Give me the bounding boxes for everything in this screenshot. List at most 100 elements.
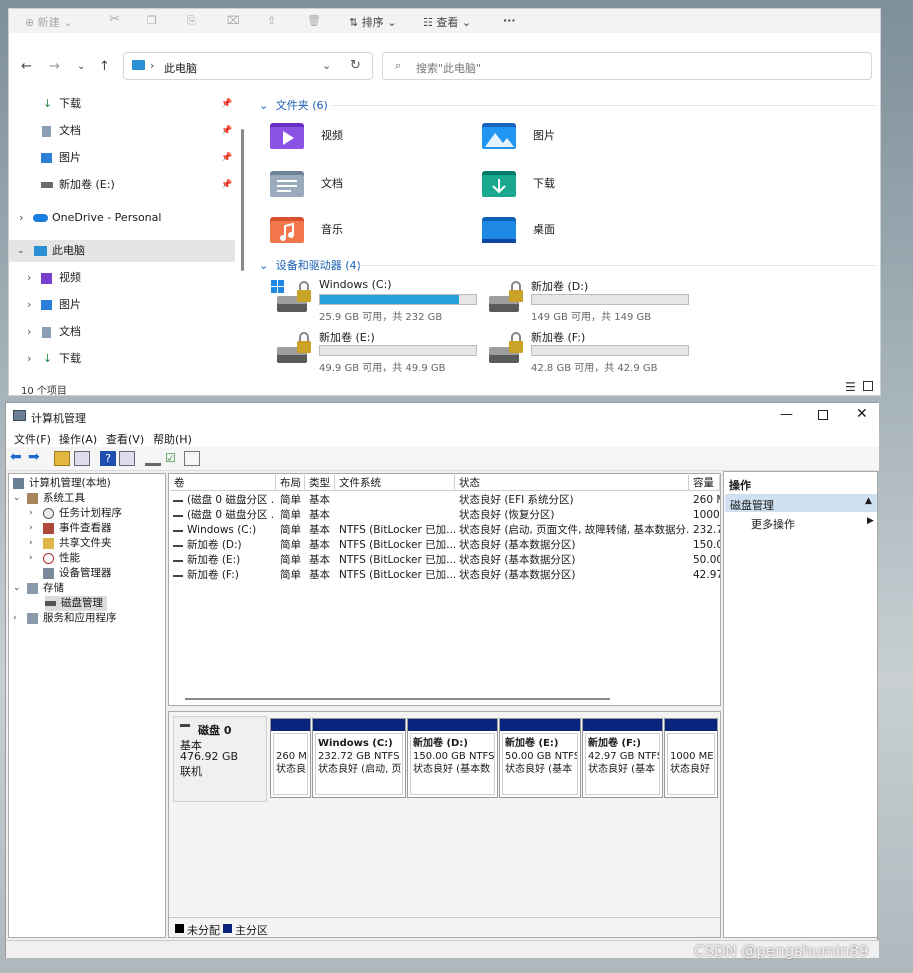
connect-disk-icon[interactable] <box>145 451 161 466</box>
minimize-button[interactable]: — <box>780 407 793 422</box>
menu-help[interactable]: 帮助(H) <box>153 431 192 447</box>
sort-button[interactable]: ⇅ 排序 ⌄ <box>349 14 396 30</box>
nav-item-this-pc[interactable]: ⌄ 此电脑 <box>9 240 235 262</box>
folder-music[interactable]: 音乐 <box>269 213 479 249</box>
recent-chevron-icon[interactable]: ⌄ <box>77 61 85 72</box>
nav-item-downloads[interactable]: ↓ 下载 📌 <box>9 93 235 115</box>
nav-scrollbar[interactable] <box>241 129 244 271</box>
table-row[interactable]: Windows (C:) 简单 基本 NTFS (BitLocker 已加... 状态良… <box>169 523 720 538</box>
column-header-type[interactable]: 类型 <box>305 475 335 491</box>
pin-icon[interactable]: 📌 <box>221 120 232 142</box>
expand-chevron-icon[interactable]: › <box>27 294 31 316</box>
drive-f[interactable]: 新加卷 (F:) 42.8 GB 可用，共 42.9 GB <box>483 329 693 375</box>
expand-chevron-icon[interactable]: › <box>29 521 33 536</box>
up-arrow-icon[interactable]: ↑ <box>99 59 110 74</box>
nav-item-documents[interactable]: 文档 📌 <box>9 120 235 142</box>
address-bar[interactable]: › 此电脑 ⌄ ↻ <box>123 52 373 80</box>
nav-item-pictures-2[interactable]: › 图片 <box>9 294 235 316</box>
drive-c[interactable]: Windows (C:) 25.9 GB 可用，共 232 GB <box>271 278 481 324</box>
back-arrow-icon[interactable]: ← <box>21 59 32 74</box>
column-header-layout[interactable]: 布局 <box>276 475 305 491</box>
tree-item-disk-management[interactable]: 磁盘管理 <box>45 596 107 611</box>
column-header-capacity[interactable]: 容量 <box>689 475 720 491</box>
address-dropdown-icon[interactable]: ⌄ <box>322 59 331 72</box>
expand-chevron-icon[interactable]: › <box>13 611 17 626</box>
folder-documents[interactable]: 文档 <box>269 167 479 203</box>
expand-chevron-icon[interactable]: › <box>29 506 33 521</box>
nav-item-pictures[interactable]: 图片 📌 <box>9 147 235 169</box>
close-button[interactable]: ✕ <box>856 406 868 422</box>
actions-section-disk-management[interactable]: 磁盘管理 ▲ <box>725 494 877 512</box>
collapse-chevron-icon[interactable]: ⌄ <box>13 491 21 506</box>
collapse-chevron-icon[interactable]: ⌄ <box>13 581 21 596</box>
drives-section-header[interactable]: ⌄ 设备和驱动器 (4) <box>259 257 361 273</box>
expand-chevron-icon[interactable]: › <box>27 348 31 370</box>
drive-e[interactable]: 新加卷 (E:) 49.9 GB 可用，共 49.9 GB <box>271 329 481 375</box>
cut-icon[interactable]: ✂ <box>109 12 120 27</box>
nav-item-documents-2[interactable]: › 文档 <box>9 321 235 343</box>
back-arrow-icon[interactable]: ⬅ <box>10 449 26 465</box>
expand-chevron-icon[interactable]: › <box>29 551 33 566</box>
folder-desktop[interactable]: 桌面 <box>481 213 691 249</box>
expand-chevron-icon[interactable]: › <box>27 267 31 289</box>
folder-videos[interactable]: 视频 <box>269 119 479 155</box>
table-row[interactable]: 新加卷 (D:) 简单 基本 NTFS (BitLocker 已加... 状态良好 (基… <box>169 538 720 553</box>
rename-icon[interactable]: ⌧ <box>227 14 240 27</box>
search-box[interactable]: ⌕ 搜索"此电脑" <box>382 52 872 80</box>
list-view-icon[interactable] <box>184 451 200 466</box>
nav-item-drive-e[interactable]: 新加卷 (E:) 📌 <box>9 174 235 196</box>
delete-icon[interactable]: 🗑 <box>307 14 321 27</box>
drive-d[interactable]: 新加卷 (D:) 149 GB 可用，共 149 GB <box>483 278 693 324</box>
partition-e[interactable]: 新加卷 (E:) 50.00 GB NTFS 状态良好 (基本 <box>499 718 581 798</box>
table-row[interactable]: 新加卷 (F:) 简单 基本 NTFS (BitLocker 已加... 状态良好 (基… <box>169 568 720 583</box>
more-actions-item[interactable]: 更多操作 ▶ <box>725 514 877 531</box>
nav-item-videos[interactable]: › 视频 <box>9 267 235 289</box>
folders-section-header[interactable]: ⌄ 文件夹 (6) <box>259 97 328 113</box>
menu-action[interactable]: 操作(A) <box>59 431 97 447</box>
cell-capacity: 260 M <box>693 494 720 506</box>
copy-icon[interactable]: ❐ <box>147 14 157 27</box>
table-row[interactable]: 新加卷 (E:) 简单 基本 NTFS (BitLocker 已加... 状态良好 (基… <box>169 553 720 568</box>
table-row[interactable]: (磁盘 0 磁盘分区 ... 简单基本 状态良好 (EFI 系统分区) 260 M <box>169 493 720 508</box>
folder-downloads[interactable]: 下载 <box>481 167 691 203</box>
nav-item-downloads-2[interactable]: › ↓ 下载 <box>9 348 235 370</box>
disk-0-header[interactable]: 磁盘 0 基本 476.92 GB 联机 <box>173 716 267 802</box>
paste-icon[interactable]: ⎘ <box>187 14 196 28</box>
folder-pictures[interactable]: 图片 <box>481 119 691 155</box>
column-header-volume[interactable]: 卷 <box>170 475 276 491</box>
more-options-button[interactable]: ··· <box>503 14 516 27</box>
partition-c[interactable]: Windows (C:) 232.72 GB NTFS 状态良好 (启动, 页 <box>312 718 406 798</box>
expand-chevron-icon[interactable]: › <box>19 207 23 229</box>
column-header-filesystem[interactable]: 文件系统 <box>335 475 455 491</box>
horizontal-scrollbar[interactable] <box>185 698 610 700</box>
tiles-view-icon[interactable] <box>863 381 873 391</box>
show-tree-icon[interactable] <box>74 451 90 466</box>
collapse-chevron-icon[interactable]: ⌄ <box>17 240 25 262</box>
menu-view[interactable]: 查看(V) <box>106 431 144 447</box>
help-icon[interactable]: ? <box>100 451 116 466</box>
new-button[interactable]: ⊕ 新建 ⌄ <box>25 14 72 30</box>
share-icon[interactable]: ⇪ <box>267 14 276 27</box>
forward-arrow-icon[interactable]: → <box>49 59 60 74</box>
properties-icon[interactable] <box>119 451 135 466</box>
table-row[interactable]: (磁盘 0 磁盘分区 ... 简单 基本 状态良好 (恢复分区) 1000 <box>169 508 720 523</box>
pin-icon[interactable]: 📌 <box>221 93 232 115</box>
partition-f[interactable]: 新加卷 (F:) 42.97 GB NTFS 状态良好 (基本 <box>582 718 663 798</box>
partition-recovery[interactable]: 1000 ME 状态良好 <box>664 718 718 798</box>
refresh-icon[interactable]: ↻ <box>350 58 361 73</box>
checklist-icon[interactable]: ☑ <box>165 451 181 466</box>
pin-icon[interactable]: 📌 <box>221 174 232 196</box>
expand-chevron-icon[interactable]: › <box>29 536 33 551</box>
pin-icon[interactable]: 📌 <box>221 147 232 169</box>
up-folder-icon[interactable] <box>54 451 70 466</box>
view-button[interactable]: ☷ 查看 ⌄ <box>423 14 471 30</box>
nav-item-onedrive[interactable]: › OneDrive - Personal <box>9 207 235 229</box>
details-view-icon[interactable]: ☰ <box>845 380 856 394</box>
column-header-status[interactable]: 状态 <box>455 475 689 491</box>
menu-file[interactable]: 文件(F) <box>14 431 51 447</box>
partition-efi[interactable]: 260 M 状态良 <box>270 718 311 798</box>
partition-d[interactable]: 新加卷 (D:) 150.00 GB NTFS 状态良好 (基本数 <box>407 718 498 798</box>
forward-arrow-icon[interactable]: ➡ <box>28 449 44 465</box>
maximize-button[interactable] <box>818 410 828 420</box>
expand-chevron-icon[interactable]: › <box>27 321 31 343</box>
